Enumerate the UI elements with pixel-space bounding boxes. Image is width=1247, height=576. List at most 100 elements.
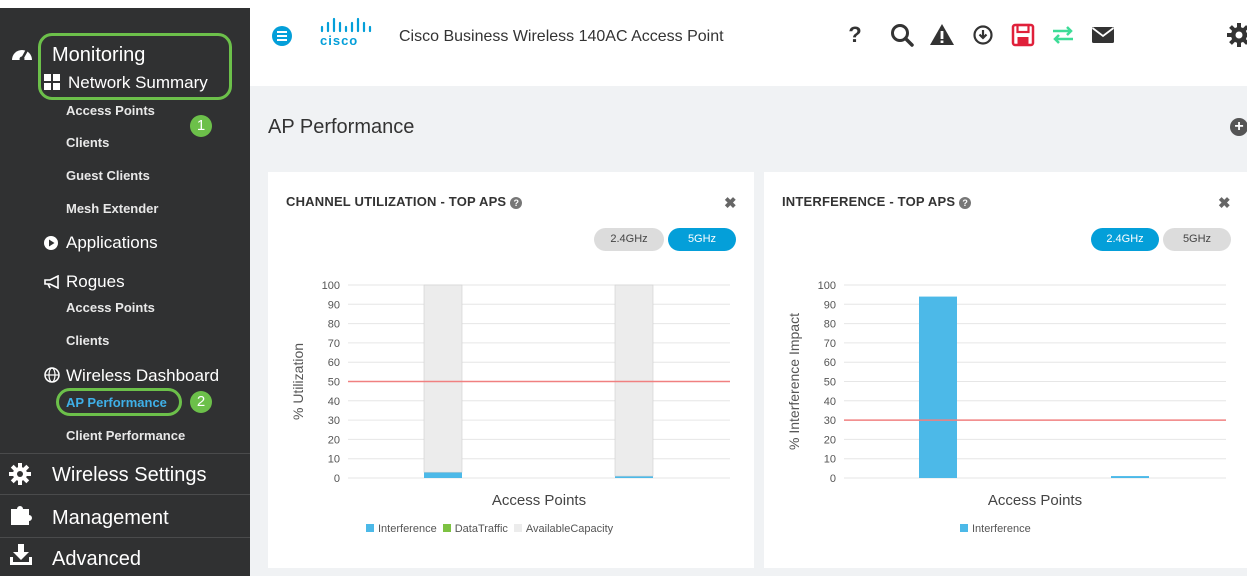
card-title: INTERFERENCE - TOP APS?: [782, 194, 972, 209]
callout-monitoring-box: [38, 33, 232, 100]
help-icon[interactable]: ?: [842, 22, 868, 48]
mail-icon[interactable]: [1090, 22, 1116, 48]
callout-number-2: 2: [190, 391, 212, 413]
sidebar-item-wireless-settings[interactable]: Wireless Settings: [52, 464, 207, 487]
chart-legend: Interference DataTraffic AvailableCapacity: [366, 523, 619, 535]
sidebar-divider: [0, 537, 250, 538]
sidebar-item-guest-clients[interactable]: Guest Clients: [66, 168, 150, 183]
channel-utilization-chart: 0 10 20 30 40 50 60 70 80 90 100 % Utilization Acces…: [290, 280, 730, 509]
sidebar: Monitoring Network Summary Access Points…: [0, 0, 250, 576]
y-tick-label: 70: [328, 338, 340, 350]
sync-arrows-icon[interactable]: [1050, 22, 1076, 48]
cisco-logo-text: cisco: [320, 33, 359, 48]
toggle-5ghz[interactable]: 5GHz: [668, 228, 736, 251]
y-tick-label: 60: [328, 357, 340, 369]
download-circle-icon[interactable]: [970, 22, 996, 48]
y-tick-label: 20: [328, 434, 340, 446]
legend-label: Interference: [972, 523, 1031, 535]
page-title: AP Performance: [268, 116, 415, 138]
hamburger-menu-button[interactable]: [272, 26, 292, 46]
y-tick-label: 90: [328, 299, 340, 311]
legend-label: AvailableCapacity: [525, 523, 614, 535]
legend-label: Interference: [378, 523, 437, 535]
y-tick-label: 90: [824, 299, 836, 311]
gear-icon: [9, 463, 31, 485]
channel-utilization-card: CHANNEL UTILIZATION - TOP APS? ✖ 2.4GHz …: [268, 172, 754, 568]
settings-gear-icon[interactable]: [1226, 22, 1247, 48]
chart-legend: Interference: [960, 523, 1037, 535]
callout-ap-performance-box: [56, 388, 182, 416]
y-tick-label: 30: [328, 415, 340, 427]
y-axis-title: % Utilization: [290, 343, 306, 420]
sidebar-item-access-points[interactable]: Access Points: [66, 103, 155, 118]
close-icon[interactable]: ✖: [1218, 194, 1231, 212]
megaphone-icon: [44, 275, 59, 289]
dashboard-icon: [12, 49, 32, 62]
help-icon[interactable]: ?: [510, 197, 523, 209]
help-icon[interactable]: ?: [959, 197, 972, 209]
x-axis-title: Access Points: [492, 492, 586, 509]
sidebar-item-mesh-extender[interactable]: Mesh Extender: [66, 201, 158, 216]
sidebar-item-wireless-dashboard[interactable]: Wireless Dashboard: [66, 366, 219, 386]
y-tick-label: 40: [328, 396, 340, 408]
y-tick-label: 70: [824, 338, 836, 350]
interference-card: INTERFERENCE - TOP APS? ✖ 2.4GHz 5GHz 0 1…: [764, 172, 1247, 568]
search-icon[interactable]: [889, 22, 915, 48]
sidebar-item-applications[interactable]: Applications: [66, 233, 158, 253]
bar-interference: [919, 296, 957, 478]
sidebar-item-rogues[interactable]: Rogues: [66, 272, 125, 292]
y-tick-label: 30: [824, 415, 836, 427]
puzzle-icon: [11, 506, 32, 525]
card-title-text: INTERFERENCE - TOP APS: [782, 194, 956, 209]
legend-item[interactable]: DataTraffic: [442, 523, 508, 535]
sidebar-item-rogue-clients[interactable]: Clients: [66, 333, 109, 348]
sidebar-item-advanced[interactable]: Advanced: [52, 548, 141, 571]
alert-icon[interactable]: [929, 22, 955, 48]
y-tick-label: 100: [818, 280, 836, 292]
y-tick-label: 10: [328, 454, 340, 466]
card-title-text: CHANNEL UTILIZATION - TOP APS: [286, 194, 507, 209]
legend-item[interactable]: Interference: [366, 523, 437, 535]
legend-item[interactable]: Interference: [960, 523, 1031, 535]
y-tick-label: 80: [824, 319, 836, 331]
y-tick-label: 80: [328, 319, 340, 331]
y-axis-title: % Interference Impact: [786, 313, 802, 450]
sidebar-item-rogue-access-points[interactable]: Access Points: [66, 300, 155, 315]
y-tick-label: 100: [322, 280, 340, 292]
bar-availablecapacity: [614, 284, 654, 477]
toggle-2-4ghz[interactable]: 2.4GHz: [594, 228, 664, 251]
card-title: CHANNEL UTILIZATION - TOP APS?: [286, 194, 523, 209]
sidebar-item-clients[interactable]: Clients: [66, 135, 109, 150]
save-icon[interactable]: [1010, 22, 1036, 48]
download-tray-icon: [10, 544, 32, 565]
bar-availablecapacity: [423, 284, 463, 473]
sidebar-item-client-performance[interactable]: Client Performance: [66, 428, 185, 443]
bar-interference: [424, 472, 462, 478]
x-axis-title: Access Points: [988, 492, 1082, 509]
y-tick-label: 40: [824, 396, 836, 408]
legend-swatch: [960, 524, 968, 532]
y-tick-label: 0: [830, 473, 836, 485]
y-tick-label: 20: [824, 434, 836, 446]
sidebar-divider: [0, 494, 250, 495]
play-circle-icon: [44, 236, 58, 250]
legend-item[interactable]: AvailableCapacity: [513, 523, 614, 535]
sidebar-item-management[interactable]: Management: [52, 507, 169, 530]
callout-number-1: 1: [190, 115, 212, 137]
bar-interference: [1111, 476, 1149, 478]
interference-chart: 0 10 20 30 40 50 60 70 80 90 100 % Interference Imp…: [786, 280, 1226, 509]
app-title: Cisco Business Wireless 140AC Access Poi…: [399, 28, 724, 45]
toggle-2-4ghz[interactable]: 2.4GHz: [1091, 228, 1159, 251]
legend-swatch: [442, 524, 451, 532]
legend-swatch: [513, 524, 522, 532]
add-widget-icon[interactable]: +: [1230, 118, 1247, 136]
close-icon[interactable]: ✖: [724, 194, 737, 212]
y-tick-label: 10: [824, 454, 836, 466]
sidebar-divider: [0, 453, 250, 454]
y-tick-label: 60: [824, 357, 836, 369]
y-tick-label: 0: [334, 473, 340, 485]
globe-icon: [44, 367, 60, 383]
toggle-5ghz[interactable]: 5GHz: [1163, 228, 1231, 251]
legend-label: DataTraffic: [454, 523, 508, 535]
y-tick-label: 50: [328, 377, 340, 389]
